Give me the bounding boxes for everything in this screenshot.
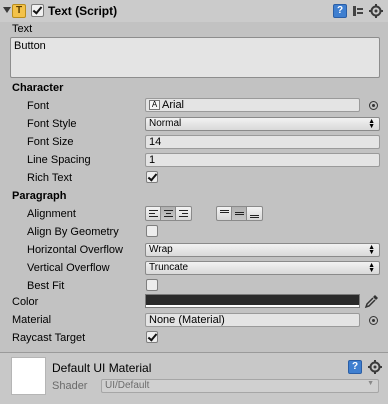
vertical-overflow-value: Truncate (149, 262, 189, 273)
align-by-geometry-checkbox[interactable] (146, 225, 158, 237)
dropdown-arrows-icon: ▲ ▼ (368, 262, 375, 274)
dropdown-arrows-icon: ▲ ▼ (368, 244, 375, 256)
gear-icon[interactable] (367, 359, 383, 375)
horizontal-overflow-dropdown[interactable]: Wrap ▲ ▼ (145, 243, 380, 257)
font-size-label: Font Size (27, 136, 74, 148)
character-header: Character (12, 82, 64, 94)
preset-icon[interactable] (351, 4, 365, 18)
vertical-overflow-dropdown[interactable]: Truncate ▲ ▼ (145, 261, 380, 275)
font-style-value: Normal (149, 118, 182, 129)
align-top-button[interactable] (217, 207, 232, 220)
align-left-button[interactable] (146, 207, 161, 220)
shader-label: Shader (52, 380, 88, 392)
horizontal-overflow-value: Wrap (149, 244, 173, 255)
align-bottom-button[interactable] (247, 207, 262, 220)
font-style-label: Font Style (27, 118, 77, 130)
alignment-label: Alignment (27, 208, 76, 220)
align-right-button[interactable] (176, 207, 191, 220)
foldout-triangle-icon[interactable] (3, 7, 11, 13)
best-fit-checkbox[interactable] (146, 279, 158, 291)
font-field[interactable]: A Arial (145, 98, 360, 112)
vertical-alignment-group (216, 206, 263, 221)
eyedropper-icon[interactable] (364, 293, 380, 309)
color-alpha-bar (146, 305, 359, 307)
rich-text-checkbox[interactable] (146, 171, 158, 183)
best-fit-label: Best Fit (27, 280, 65, 292)
checkmark-icon (147, 171, 158, 182)
align-by-geometry-label: Align By Geometry (27, 226, 119, 238)
help-icon[interactable]: ? (348, 360, 362, 374)
material-label: Material (12, 314, 52, 326)
material-field[interactable]: None (Material) (145, 313, 360, 327)
raycast-target-label: Raycast Target (12, 332, 86, 344)
shader-value: UI/Default (105, 380, 150, 391)
font-size-field[interactable]: 14 (145, 135, 380, 149)
component-enabled-checkbox[interactable] (31, 4, 44, 17)
font-asset-icon: A (149, 100, 160, 110)
checkmark-icon (32, 4, 43, 15)
text-input-area[interactable]: Button (10, 37, 380, 78)
target-icon[interactable] (369, 316, 378, 325)
checkmark-icon (147, 331, 158, 342)
rich-text-label: Rich Text (27, 172, 73, 184)
text-label: Text (12, 23, 33, 35)
material-title: Default UI Material (52, 361, 152, 375)
line-spacing-label: Line Spacing (27, 154, 91, 166)
line-spacing-field[interactable]: 1 (145, 153, 380, 167)
target-icon[interactable] (369, 101, 378, 110)
horizontal-overflow-label: Horizontal Overflow (27, 244, 123, 256)
vertical-overflow-label: Vertical Overflow (27, 262, 110, 274)
font-style-dropdown[interactable]: Normal ▲ ▼ (145, 117, 380, 131)
font-value: Arial (162, 99, 185, 111)
gear-icon[interactable] (368, 3, 384, 19)
font-label: Font (27, 100, 50, 112)
align-center-button[interactable] (161, 207, 176, 220)
align-middle-button[interactable] (232, 207, 247, 220)
shader-dropdown[interactable]: UI/Default ▼ (101, 379, 379, 393)
material-preview (11, 357, 46, 395)
horizontal-alignment-group (145, 206, 192, 221)
help-icon[interactable]: ? (333, 4, 347, 18)
dropdown-arrows-icon: ▲ ▼ (368, 118, 375, 130)
raycast-target-checkbox[interactable] (146, 331, 158, 343)
dropdown-arrows-icon: ▼ (367, 380, 374, 387)
text-component-icon: T (12, 4, 26, 18)
paragraph-header: Paragraph (12, 190, 67, 202)
color-label: Color (12, 296, 39, 308)
component-title: Text (Script) (48, 4, 118, 18)
